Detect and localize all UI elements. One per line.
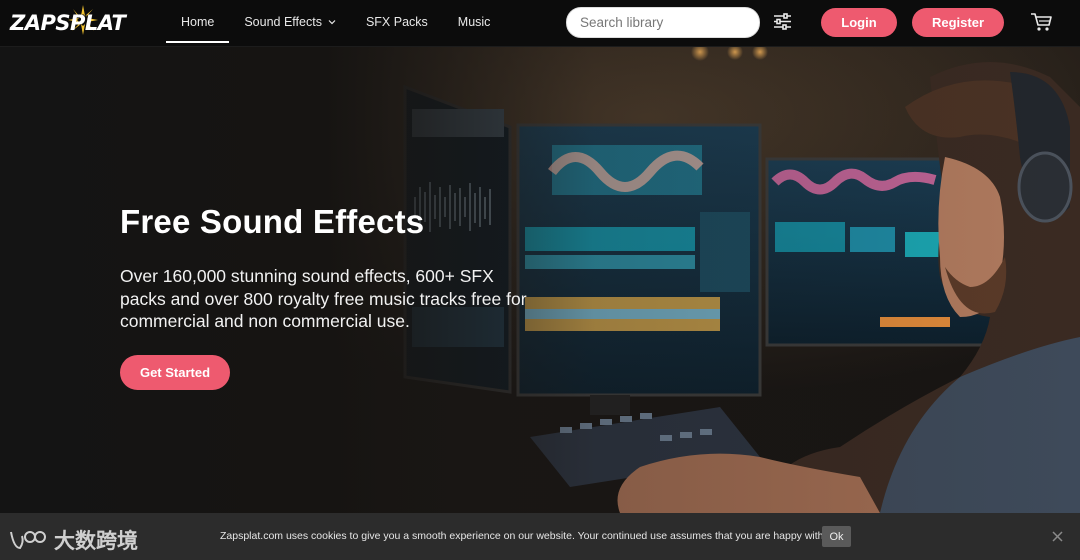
hero-title: Free Sound Effects [120,203,425,240]
watermark: 大数跨境 [8,525,138,555]
hero-description: Over 160,000 stunning sound effects, 600… [120,266,527,331]
nav-item-label: Home [181,14,215,29]
nav-item-sound-effects[interactable]: Sound Effects [229,0,351,43]
nav-item-label: SFX Packs [365,14,428,29]
search-button[interactable] [759,8,760,37]
watermark-text: 大数跨境 [54,529,138,553]
cookie-ok-button[interactable]: Ok [822,526,851,547]
zapsplat-logo[interactable]: ZAPSPLAT [10,5,126,37]
logo-text: ZAPSPLAT [10,11,126,35]
main-menu: Home Sound Effects SFX Packs Music [166,0,505,46]
cart-icon[interactable] [1030,12,1052,32]
register-button[interactable]: Register [912,8,1004,37]
get-started-button[interactable]: Get Started [120,355,230,390]
nav-item-music[interactable]: Music [443,0,506,43]
cookie-message: Zapsplat.com uses cookies to give you a … [220,530,847,542]
chevron-down-icon [328,19,336,24]
nav-item-label: Music [457,14,491,29]
nav-item-home[interactable]: Home [166,0,230,43]
filter-sliders-icon[interactable] [773,13,792,30]
nav-item-sfx-packs[interactable]: SFX Packs [351,0,443,43]
hero-section: Free Sound Effects Over 160,000 stunning… [0,47,1080,513]
cookie-consent-bar: 大数跨境 Zapsplat.com uses cookies to give y… [0,513,1080,560]
watermark-logo-icon [10,531,46,550]
login-button[interactable]: Login [821,8,897,37]
search-input[interactable] [567,8,759,37]
search-box [566,7,760,38]
close-icon[interactable] [1052,531,1063,542]
top-navbar: ZAPSPLAT Home Sound Effects SFX Packs Mu… [0,0,1080,47]
nav-item-label: Sound Effects [244,14,322,29]
